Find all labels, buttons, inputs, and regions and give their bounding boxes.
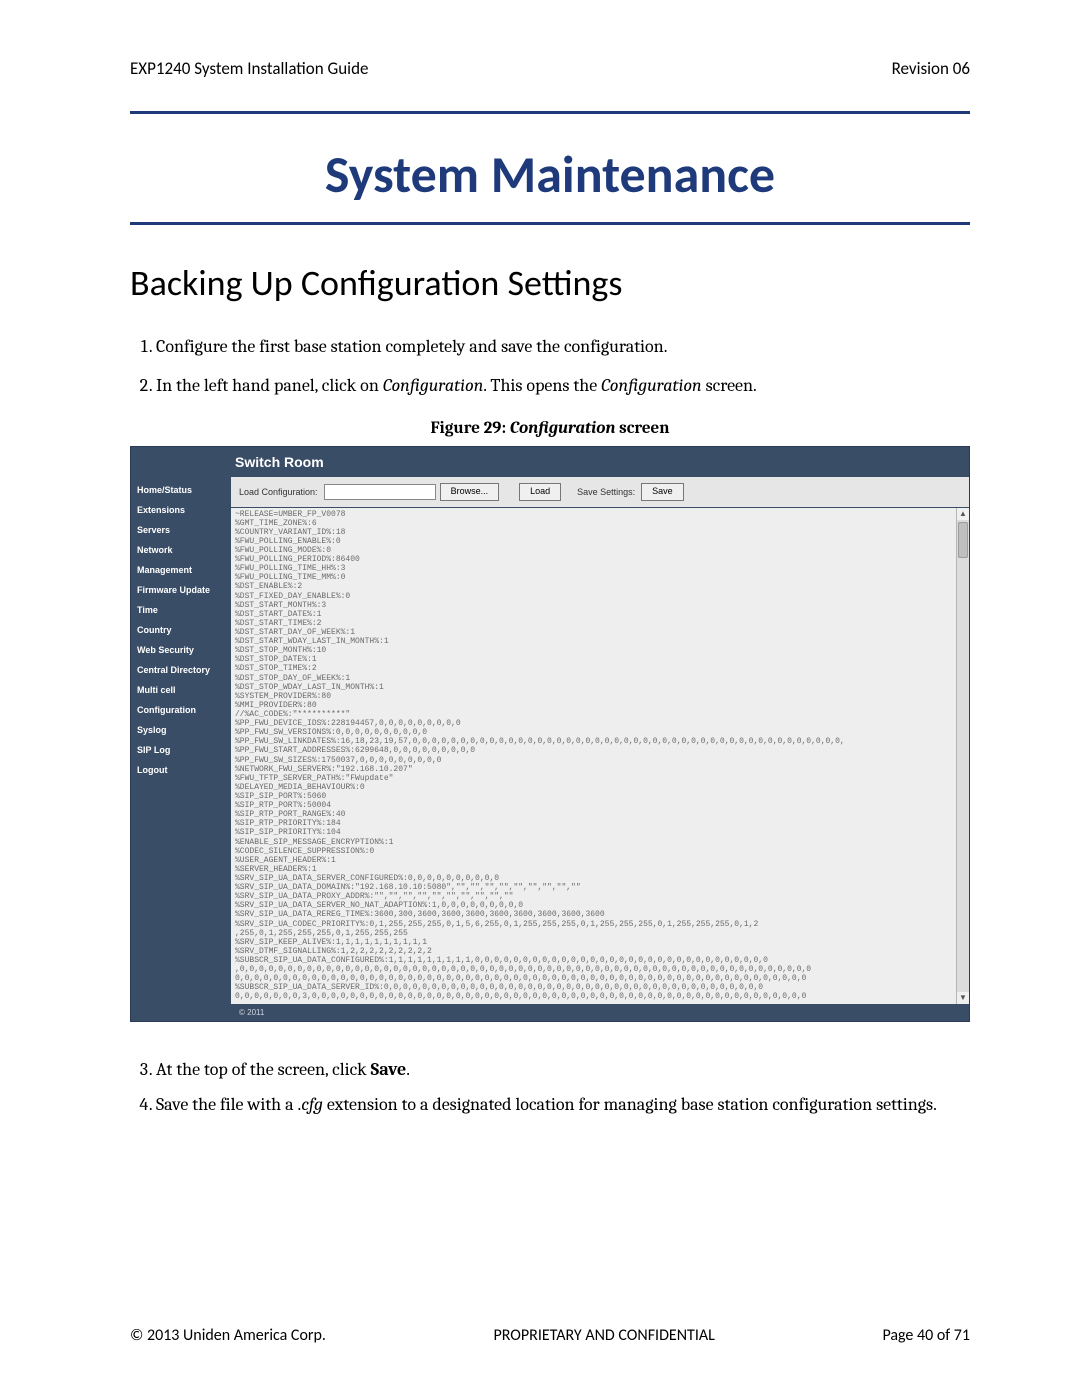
nav-servers[interactable]: Servers — [137, 525, 231, 535]
browse-button[interactable]: Browse... — [440, 483, 500, 501]
section-heading: Backing Up Configuration Settings — [130, 261, 970, 305]
figure-caption: Figure 29: Configuration screen — [130, 419, 970, 438]
scroll-up-icon[interactable]: ▲ — [957, 508, 969, 520]
shot-footer: © 2011 — [231, 1004, 969, 1021]
revision: Revision 06 — [892, 58, 970, 79]
nav-time[interactable]: Time — [137, 605, 231, 615]
header-rule — [130, 111, 970, 114]
nav-network[interactable]: Network — [137, 545, 231, 555]
nav-configuration[interactable]: Configuration — [137, 705, 231, 715]
steps-list-a: Configure the first base station complet… — [130, 333, 970, 401]
load-button[interactable]: Load — [519, 483, 561, 501]
nav-syslog[interactable]: Syslog — [137, 725, 231, 735]
title-rule — [130, 222, 970, 225]
confidential-mark: PROPRIETARY AND CONFIDENTIAL — [326, 1326, 883, 1345]
side-nav: Home/Status Extensions Servers Network M… — [131, 477, 231, 1021]
shot-title: Switch Room — [225, 447, 969, 477]
nav-country[interactable]: Country — [137, 625, 231, 635]
nav-management[interactable]: Management — [137, 565, 231, 575]
running-footer: © 2013 Uniden America Corp. PROPRIETARY … — [130, 1326, 970, 1345]
running-header: EXP1240 System Installation Guide Revisi… — [130, 58, 970, 79]
scrollbar[interactable]: ▲ ▼ — [956, 508, 969, 1004]
config-text: ~RELEASE=UMBER_FP_V0078 %GMT_TIME_ZONE%:… — [235, 510, 969, 1002]
page-title: System Maintenance — [130, 142, 970, 206]
nav-firmware-update[interactable]: Firmware Update — [137, 585, 231, 595]
save-settings-label: Save Settings: — [577, 487, 635, 497]
load-config-label: Load Configuration: — [239, 487, 318, 497]
nav-sip-log[interactable]: SIP Log — [137, 745, 231, 755]
step-4: Save the file with a .cfg extension to a… — [156, 1091, 970, 1119]
doc-title: EXP1240 System Installation Guide — [130, 58, 368, 79]
nav-multi-cell[interactable]: Multi cell — [137, 685, 231, 695]
nav-extensions[interactable]: Extensions — [137, 505, 231, 515]
nav-central-directory[interactable]: Central Directory — [137, 665, 231, 675]
nav-logout[interactable]: Logout — [137, 765, 231, 775]
scroll-thumb[interactable] — [958, 522, 968, 558]
scroll-down-icon[interactable]: ▼ — [957, 992, 969, 1004]
load-config-path-input[interactable] — [324, 484, 436, 500]
page-number: Page 40 of 71 — [882, 1326, 970, 1345]
step-1: Configure the first base station complet… — [156, 333, 970, 362]
nav-home-status[interactable]: Home/Status — [137, 485, 231, 495]
toolbar: Load Configuration: Browse... Load Save … — [231, 477, 969, 508]
save-button[interactable]: Save — [641, 483, 684, 501]
configuration-screenshot: Switch Room Home/Status Extensions Serve… — [130, 446, 970, 1022]
steps-list-b: At the top of the screen, click Save. Sa… — [130, 1056, 970, 1120]
step-2: In the left hand panel, click on Configu… — [156, 372, 970, 401]
copyright: © 2013 Uniden America Corp. — [130, 1326, 326, 1345]
step-3: At the top of the screen, click Save. — [156, 1056, 970, 1084]
config-text-area[interactable]: ~RELEASE=UMBER_FP_V0078 %GMT_TIME_ZONE%:… — [231, 508, 969, 1004]
nav-web-security[interactable]: Web Security — [137, 645, 231, 655]
